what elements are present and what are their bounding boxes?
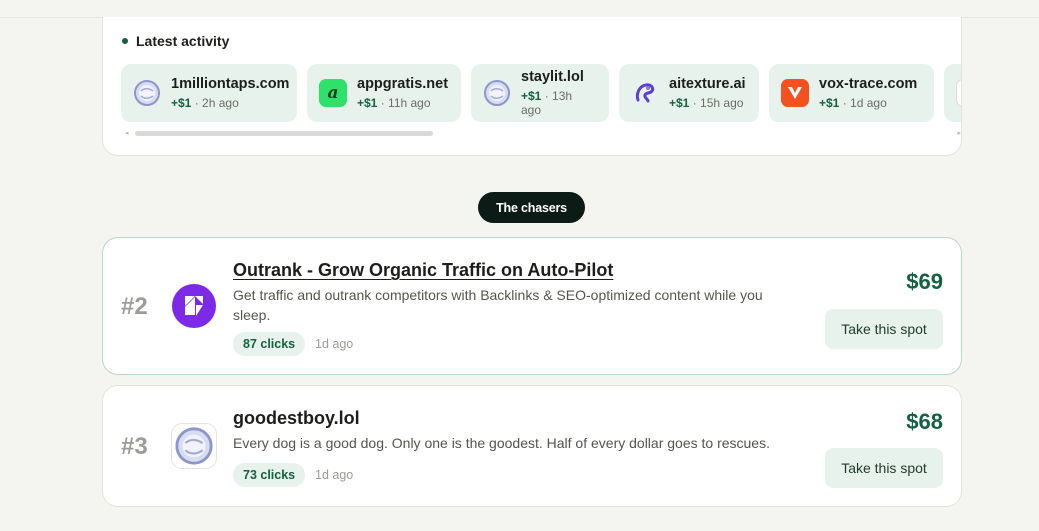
- activity-domain: aitexture.ai: [669, 76, 746, 92]
- activity-meta: +$1 · 2h ago: [171, 96, 289, 110]
- activity-meta: +$1 · 15h ago: [669, 96, 746, 110]
- aitexture-logo-icon: [631, 79, 659, 107]
- activity-time: · 15h ago: [692, 96, 744, 110]
- scroll-right-arrow-icon[interactable]: ▸: [957, 129, 961, 137]
- activity-item-partial[interactable]: [944, 64, 961, 122]
- activity-meta: +$1 · 1d ago: [819, 96, 917, 110]
- activity-item[interactable]: aitexture.ai +$1 · 15h ago: [619, 64, 759, 122]
- activity-time: · 11h ago: [380, 96, 431, 110]
- latest-activity-header: Latest activity: [122, 33, 229, 49]
- activity-item[interactable]: vox-trace.com +$1 · 1d ago: [769, 64, 934, 122]
- globe-icon: [171, 423, 217, 469]
- spot-card[interactable]: #3 goodestboy.lol Every dog is a good do…: [102, 385, 962, 507]
- take-this-spot-button[interactable]: Take this spot: [825, 448, 943, 488]
- live-dot-icon: [122, 38, 128, 44]
- activity-list: 1milliontaps.com +$1 · 2h ago a appgrati…: [121, 64, 961, 122]
- activity-time: · 2h ago: [194, 96, 239, 110]
- activity-meta: +$1 · 11h ago: [357, 96, 448, 110]
- activity-item[interactable]: a appgratis.net +$1 · 11h ago: [307, 64, 461, 122]
- spot-time-ago: 1d ago: [315, 468, 354, 482]
- scroll-left-arrow-icon[interactable]: ◂: [125, 129, 129, 137]
- spot-time-ago: 1d ago: [315, 337, 354, 351]
- globe-icon: [483, 79, 511, 107]
- spot-rank: #2: [121, 293, 148, 320]
- clicks-badge: 87 clicks: [233, 332, 306, 356]
- appgratis-logo-icon: a: [319, 79, 347, 107]
- activity-time: · 1d ago: [842, 96, 887, 110]
- spot-title-link[interactable]: Outrank - Grow Organic Traffic on Auto-P…: [233, 260, 613, 281]
- activity-item[interactable]: 1milliontaps.com +$1 · 2h ago: [121, 64, 297, 122]
- globe-icon: [133, 79, 161, 107]
- take-this-spot-button[interactable]: Take this spot: [825, 309, 943, 349]
- activity-amount: +$1: [819, 96, 840, 110]
- spot-price: $68: [906, 409, 943, 434]
- activity-domain: 1milliontaps.com: [171, 76, 290, 92]
- activity-scrollbar[interactable]: ◂ ▸: [125, 129, 961, 138]
- activity-amount: +$1: [669, 96, 690, 110]
- spot-description: Every dog is a good dog. Only one is the…: [233, 435, 770, 451]
- outrank-logo-icon: [171, 283, 217, 329]
- site-logo-icon: [956, 79, 961, 107]
- activity-item[interactable]: staylit.lol +$1 · 13h ago: [471, 64, 609, 122]
- activity-domain: staylit.lol: [521, 69, 584, 85]
- svg-text:a: a: [327, 83, 338, 103]
- spot-description: Get traffic and outrank competitors with…: [233, 287, 763, 323]
- activity-meta: +$1 · 13h ago: [521, 89, 595, 117]
- activity-amount: +$1: [521, 89, 542, 103]
- latest-activity-title: Latest activity: [136, 33, 230, 49]
- latest-activity-card: Latest activity 1milliontaps.com +$1 · 2…: [102, 17, 962, 156]
- activity-amount: +$1: [357, 96, 378, 110]
- scrollbar-thumb[interactable]: [135, 131, 433, 136]
- spot-rank: #3: [121, 433, 148, 460]
- spot-card[interactable]: #2 Outrank - Grow Organic Traffic on Aut…: [102, 237, 962, 375]
- activity-domain: appgratis.net: [357, 76, 449, 92]
- spot-price: $69: [906, 269, 943, 294]
- spot-title[interactable]: goodestboy.lol: [233, 408, 360, 429]
- activity-domain: vox-trace.com: [819, 76, 918, 92]
- vox-trace-logo-icon: [781, 79, 809, 107]
- activity-amount: +$1: [171, 96, 192, 110]
- chasers-section-pill: The chasers: [478, 192, 585, 223]
- clicks-badge: 73 clicks: [233, 463, 306, 487]
